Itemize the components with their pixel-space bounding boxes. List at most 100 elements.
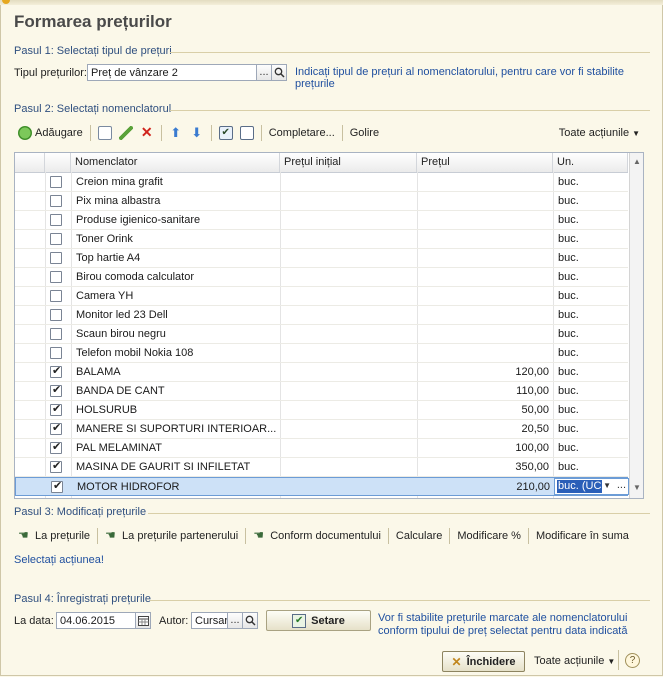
row-checkbox[interactable] xyxy=(50,176,62,188)
add-button[interactable]: Adăugare xyxy=(18,126,83,140)
check-all-icon[interactable]: ✔ xyxy=(218,126,233,140)
price-type-search-button[interactable] xyxy=(271,64,287,81)
calculate-button[interactable]: Calculare xyxy=(396,530,442,542)
table-row[interactable]: MANERE SI SUPORTURI INTERIOAR... 20,50 buc… xyxy=(15,420,628,439)
row-checkbox[interactable] xyxy=(50,421,62,435)
cell-nomenclator: Creion mina grafit xyxy=(76,176,163,188)
header-unit[interactable]: Un. xyxy=(553,153,628,172)
table-row[interactable]: Toner Orink buc. xyxy=(15,230,628,249)
row-checkbox[interactable] xyxy=(50,290,62,302)
dropdown-arrow-icon: ▼ xyxy=(607,656,616,666)
hand-pointer-icon: ☚ xyxy=(105,528,116,542)
cell-initial-price xyxy=(281,192,417,210)
row-checkbox[interactable] xyxy=(50,402,62,416)
table-row[interactable]: MASINA DE GAURIT SI INFILETAT 350,00 buc. xyxy=(15,458,628,477)
cell-price[interactable] xyxy=(418,287,553,305)
move-down-icon[interactable]: ⬇ xyxy=(190,126,204,140)
row-checkbox[interactable] xyxy=(50,233,62,245)
delete-icon[interactable]: ✕ xyxy=(140,125,154,140)
table-row[interactable]: Camera YH buc. xyxy=(15,287,628,306)
cell-price[interactable]: 350,00 xyxy=(418,458,553,476)
unit-browse-button[interactable]: ... xyxy=(617,479,626,491)
author-input[interactable]: Cursar xyxy=(191,612,228,629)
move-up-icon[interactable]: ⬆ xyxy=(169,126,183,140)
header-price[interactable]: Prețul xyxy=(417,153,553,172)
row-checkbox[interactable] xyxy=(50,459,62,473)
author-browse-button[interactable]: ... xyxy=(227,612,243,629)
table-row[interactable]: Produse igienico-sanitare buc. xyxy=(15,211,628,230)
table-row[interactable]: BALAMA 120,00 buc. xyxy=(15,363,628,382)
table-row[interactable]: Pix mina albastra buc. xyxy=(15,192,628,211)
nomenclature-table[interactable]: Nomenclator Prețul inițial Prețul Un. Cr… xyxy=(14,152,644,499)
row-checkbox[interactable] xyxy=(50,195,62,207)
table-row[interactable]: Creion mina grafit buc. xyxy=(15,173,628,192)
row-checkbox[interactable] xyxy=(50,347,62,359)
cell-initial-price xyxy=(281,420,417,438)
close-button[interactable]: ✕ Închidere xyxy=(442,651,525,672)
row-checkbox[interactable] xyxy=(50,271,62,283)
cell-unit: buc. xyxy=(558,385,579,397)
cell-price[interactable]: 100,00 xyxy=(418,439,553,457)
cell-price[interactable]: 210,00 xyxy=(419,478,554,496)
table-row[interactable]: Scaun birou negru buc. xyxy=(15,325,628,344)
cell-initial-price xyxy=(282,478,418,496)
per-document-button[interactable]: ☚ Conform documentului xyxy=(253,529,381,543)
cell-price[interactable] xyxy=(418,230,553,248)
date-input[interactable]: 04.06.2015 xyxy=(56,612,136,629)
copy-add-icon[interactable] xyxy=(97,126,112,140)
cell-price[interactable] xyxy=(418,173,553,191)
vertical-scrollbar[interactable]: ▲ ▼ xyxy=(629,153,643,498)
table-row[interactable]: Top hartie A4 buc. xyxy=(15,249,628,268)
edit-pencil-icon[interactable] xyxy=(118,126,133,140)
header-nomenclator[interactable]: Nomenclator xyxy=(71,153,280,172)
table-row[interactable]: Telefon mobil Nokia 108 buc. xyxy=(15,344,628,363)
cell-price[interactable]: 110,00 xyxy=(418,382,553,400)
row-checkbox[interactable] xyxy=(50,309,62,321)
price-type-input[interactable]: Preț de vânzare 2 xyxy=(87,64,257,81)
table-row[interactable]: BANDA DE CANT 110,00 buc. xyxy=(15,382,628,401)
cell-price[interactable]: 120,00 xyxy=(418,363,553,381)
to-partner-prices-button[interactable]: ☚ La prețurile partenerului xyxy=(105,529,238,543)
row-checkbox[interactable] xyxy=(50,214,62,226)
cell-price[interactable] xyxy=(418,192,553,210)
help-button[interactable]: ? xyxy=(625,653,640,668)
unit-select[interactable]: buc. (UC ▼... xyxy=(554,478,629,495)
cell-price[interactable] xyxy=(418,268,553,286)
dropdown-arrow-icon[interactable]: ▼ xyxy=(603,481,611,490)
cell-price[interactable]: 50,00 xyxy=(418,401,553,419)
all-actions-menu[interactable]: Toate acțiunile ▼ xyxy=(559,127,640,139)
toolbar-separator xyxy=(449,528,451,544)
cell-initial-price xyxy=(281,211,417,229)
cell-price[interactable] xyxy=(418,344,553,362)
cell-price[interactable] xyxy=(418,306,553,324)
footer-all-actions-menu[interactable]: Toate acțiunile ▼ xyxy=(534,655,615,667)
table-row[interactable]: Birou comoda calculator buc. xyxy=(15,268,628,287)
modify-sum-button[interactable]: Modificare în suma xyxy=(536,530,629,542)
row-checkbox[interactable] xyxy=(50,252,62,264)
row-checkbox[interactable] xyxy=(50,364,62,378)
set-button[interactable]: ✔ Setare xyxy=(266,610,371,631)
to-prices-button[interactable]: ☚ La prețurile xyxy=(18,529,90,543)
row-checkbox[interactable] xyxy=(50,440,62,454)
row-checkbox[interactable] xyxy=(50,383,62,397)
row-checkbox[interactable] xyxy=(50,328,62,340)
table-row[interactable]: MOTOR HIDROFOR 210,00buc. (UC▼... xyxy=(15,477,629,496)
scroll-down-icon[interactable]: ▼ xyxy=(630,480,643,496)
table-row[interactable]: Monitor led 23 Dell buc. xyxy=(15,306,628,325)
author-search-button[interactable] xyxy=(242,612,258,629)
table-row[interactable]: PAL MELAMINAT 100,00 buc. xyxy=(15,439,628,458)
header-initial-price[interactable]: Prețul inițial xyxy=(280,153,417,172)
table-row[interactable]: HOLSURUB 50,00 buc. xyxy=(15,401,628,420)
complete-button[interactable]: Completare... xyxy=(269,127,335,139)
clear-button[interactable]: Golire xyxy=(350,127,379,139)
calendar-button[interactable] xyxy=(135,612,151,629)
cell-price[interactable] xyxy=(418,249,553,267)
modify-percent-button[interactable]: Modificare % xyxy=(457,530,521,542)
cell-price[interactable] xyxy=(418,211,553,229)
row-checkbox[interactable] xyxy=(51,479,63,493)
cell-price[interactable] xyxy=(418,325,553,343)
uncheck-all-icon[interactable] xyxy=(239,126,254,140)
cell-price[interactable]: 20,50 xyxy=(418,420,553,438)
price-type-browse-button[interactable]: ... xyxy=(256,64,272,81)
scroll-up-icon[interactable]: ▲ xyxy=(630,154,643,170)
